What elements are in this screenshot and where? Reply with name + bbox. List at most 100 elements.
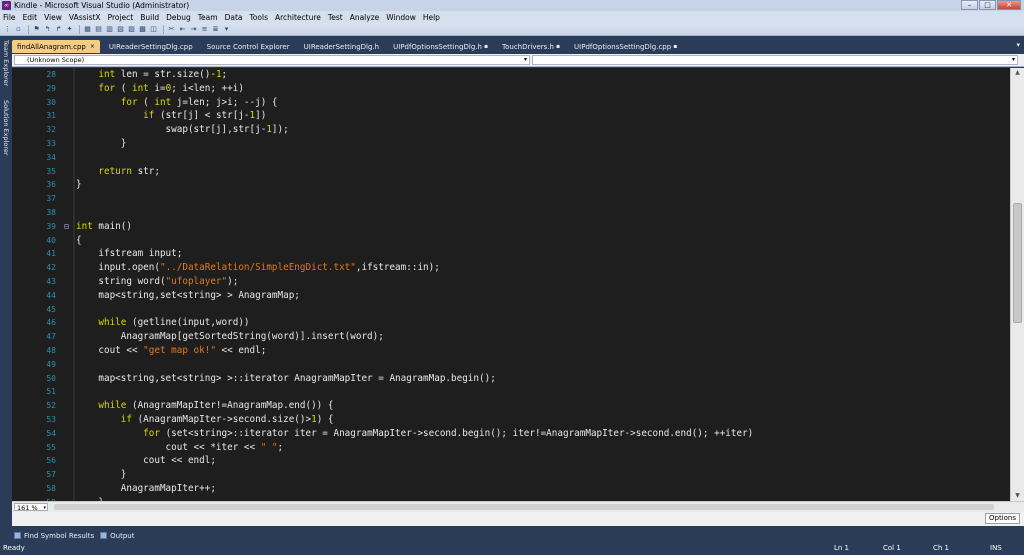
code-text: while (getline(input,word)) [76,316,249,330]
doc-tab-0[interactable]: findAllAnagram.cpp × [12,40,100,53]
output-tab[interactable]: Output [100,532,134,540]
pin-icon[interactable]: ▪ [673,41,677,53]
chevron-down-icon: ▾ [523,56,527,63]
line-number: 53 [46,415,56,424]
tab-list-dropdown-icon[interactable]: ▾ [1016,41,1020,49]
bottom-panel-tabs: Find Symbol Results Output [0,529,1024,542]
code-token: "ufoplayer" [165,276,228,287]
code-token: if [76,110,155,122]
doc-tab-label: UIReaderSettingDlg.h [303,43,380,51]
next-bookmark-icon[interactable]: ↱ [54,25,63,34]
doc-tab-6[interactable]: UIPdfOptionsSettingDlg.cpp ▪ [569,41,682,53]
scroll-thumb[interactable] [1013,203,1022,323]
grid-icon[interactable]: ▦ [83,25,92,34]
table-icon[interactable]: ▥ [105,25,114,34]
code-text: input.open("../DataRelation/SimpleEngDic… [76,261,439,275]
horizontal-scroll-thumb[interactable] [54,504,994,510]
collapse-icon[interactable]: ⊟ [64,220,69,234]
doc-tab-2[interactable]: Source Control Explorer [202,41,295,53]
scope-dropdown[interactable]: (Unknown Scope) ▾ [14,55,530,65]
outdent-icon[interactable]: ⇤ [178,25,187,34]
bookmark-icon[interactable]: ⚑ [32,25,41,34]
menu-tools[interactable]: Tools [250,13,268,22]
menu-architecture[interactable]: Architecture [275,13,321,22]
title-bar: ∞ Kindle - Microsoft Visual Studio (Admi… [0,0,1024,11]
menu-project[interactable]: Project [108,13,134,22]
doc-tab-label: UIPdfOptionsSettingDlg.cpp [574,43,672,51]
cut-icon[interactable]: ✂ [167,25,176,34]
doc-tab-label: TouchDrivers.h [502,43,554,51]
menu-team[interactable]: Team [198,13,218,22]
code-token: cout << *iter << [76,441,261,453]
menu-data[interactable]: Data [225,13,243,22]
pin-icon[interactable]: ▪ [484,41,488,53]
minimize-button[interactable]: – [961,0,978,10]
prev-bookmark-icon[interactable]: ↰ [43,25,52,34]
find-symbol-results-tab[interactable]: Find Symbol Results [14,532,94,540]
menu-debug[interactable]: Debug [166,13,191,22]
code-line: 48 cout << "get map ok!" << endl; [12,344,1010,358]
indent-icon[interactable]: ⇥ [189,25,198,34]
doc-tab-1[interactable]: UIReaderSettingDlg.cpp [104,41,198,53]
panel-icon[interactable]: ◫ [149,25,158,34]
code-text: { [76,234,82,248]
clear-bookmarks-icon[interactable]: ✦ [65,25,74,34]
code-line: 49 [12,358,1010,372]
maximize-button[interactable]: □ [979,0,996,10]
code-token: int [131,82,149,94]
code-text: int len = str.size()-1; [76,68,227,82]
zoom-level-dropdown[interactable]: 161 % ▾ [14,503,48,512]
member-dropdown[interactable]: ▾ [532,55,1018,65]
code-token: map<string,set<string> > AnagramMap; [76,289,300,301]
scroll-down-icon[interactable]: ▼ [1011,491,1024,501]
pin-icon[interactable]: ▪ [556,41,560,53]
menu-vassistx[interactable]: VAssistX [69,13,101,22]
scroll-up-icon[interactable]: ▲ [1011,68,1024,78]
solution-explorer-tab[interactable]: Solution Explorer [2,100,10,156]
code-token: map<string,set<string> >::iterator Anagr… [76,372,496,384]
menu-window[interactable]: Window [386,13,416,22]
line-number: 49 [46,359,56,369]
horizontal-scroll-area: 161 % ▾ [12,501,1024,512]
team-explorer-tab[interactable]: Team Explorer [2,40,10,86]
menu-edit[interactable]: Edit [23,13,38,22]
close-tab-icon[interactable]: × [90,41,95,53]
menu-help[interactable]: Help [423,13,440,22]
find-symbol-icon [14,532,21,539]
code-text: if (AnagramMapIter->second.size()>1) { [76,413,334,427]
menu-view[interactable]: View [44,13,62,22]
doc-tab-3[interactable]: UIReaderSettingDlg.h [299,41,384,53]
code-token: input.open( [76,262,160,274]
line-number: 55 [46,442,56,452]
options-button[interactable]: Options [984,513,1020,524]
code-token: ) { [316,414,334,425]
menu-test[interactable]: Test [328,13,343,22]
toolbar: ⋮ ▫ ⚑ ↰ ↱ ✦ ▦ ▤ ▥ ▧ ▨ ▩ ◫ ✂ ⇤ ⇥ ≡ ≣ ▾ [0,23,1024,36]
code-line: 44 map<string,set<string> > AnagramMap; [12,289,1010,303]
status-line: Ln 1 [834,544,850,552]
code-editor[interactable]: 28 int len = str.size()-1; 29 for ( int i… [12,68,1010,501]
code-text: while (AnagramMapIter!=AnagramMap.end())… [76,399,333,413]
menu-file[interactable]: File [3,13,16,22]
columns-icon[interactable]: ▧ [116,25,125,34]
comment-icon[interactable]: ≡ [200,25,209,34]
close-button[interactable]: ✕ [997,0,1021,10]
doc-tab-4[interactable]: UIPdfOptionsSettingDlg.h ▪ [388,41,493,53]
code-token: ifstream input; [76,248,183,260]
status-bar: Ready Ln 1 Col 1 Ch 1 INS [0,542,1024,555]
menu-analyze[interactable]: Analyze [350,13,380,22]
line-number: 42 [46,263,56,273]
vertical-scrollbar[interactable]: ▲ ▼ [1010,68,1024,501]
code-token: { [76,234,82,246]
align-icon[interactable]: ▩ [138,25,147,34]
rows-icon[interactable]: ▨ [127,25,136,34]
new-file-icon[interactable]: ▫ [14,25,23,34]
code-token: ; [221,69,228,80]
line-number: 39 [46,221,56,231]
code-text: ifstream input; [76,247,182,261]
toolbar-overflow-icon[interactable]: ▾ [222,25,231,34]
layout-icon[interactable]: ▤ [94,25,103,34]
menu-build[interactable]: Build [140,13,159,22]
doc-tab-5[interactable]: TouchDrivers.h ▪ [497,41,565,53]
uncomment-icon[interactable]: ≣ [211,25,220,34]
